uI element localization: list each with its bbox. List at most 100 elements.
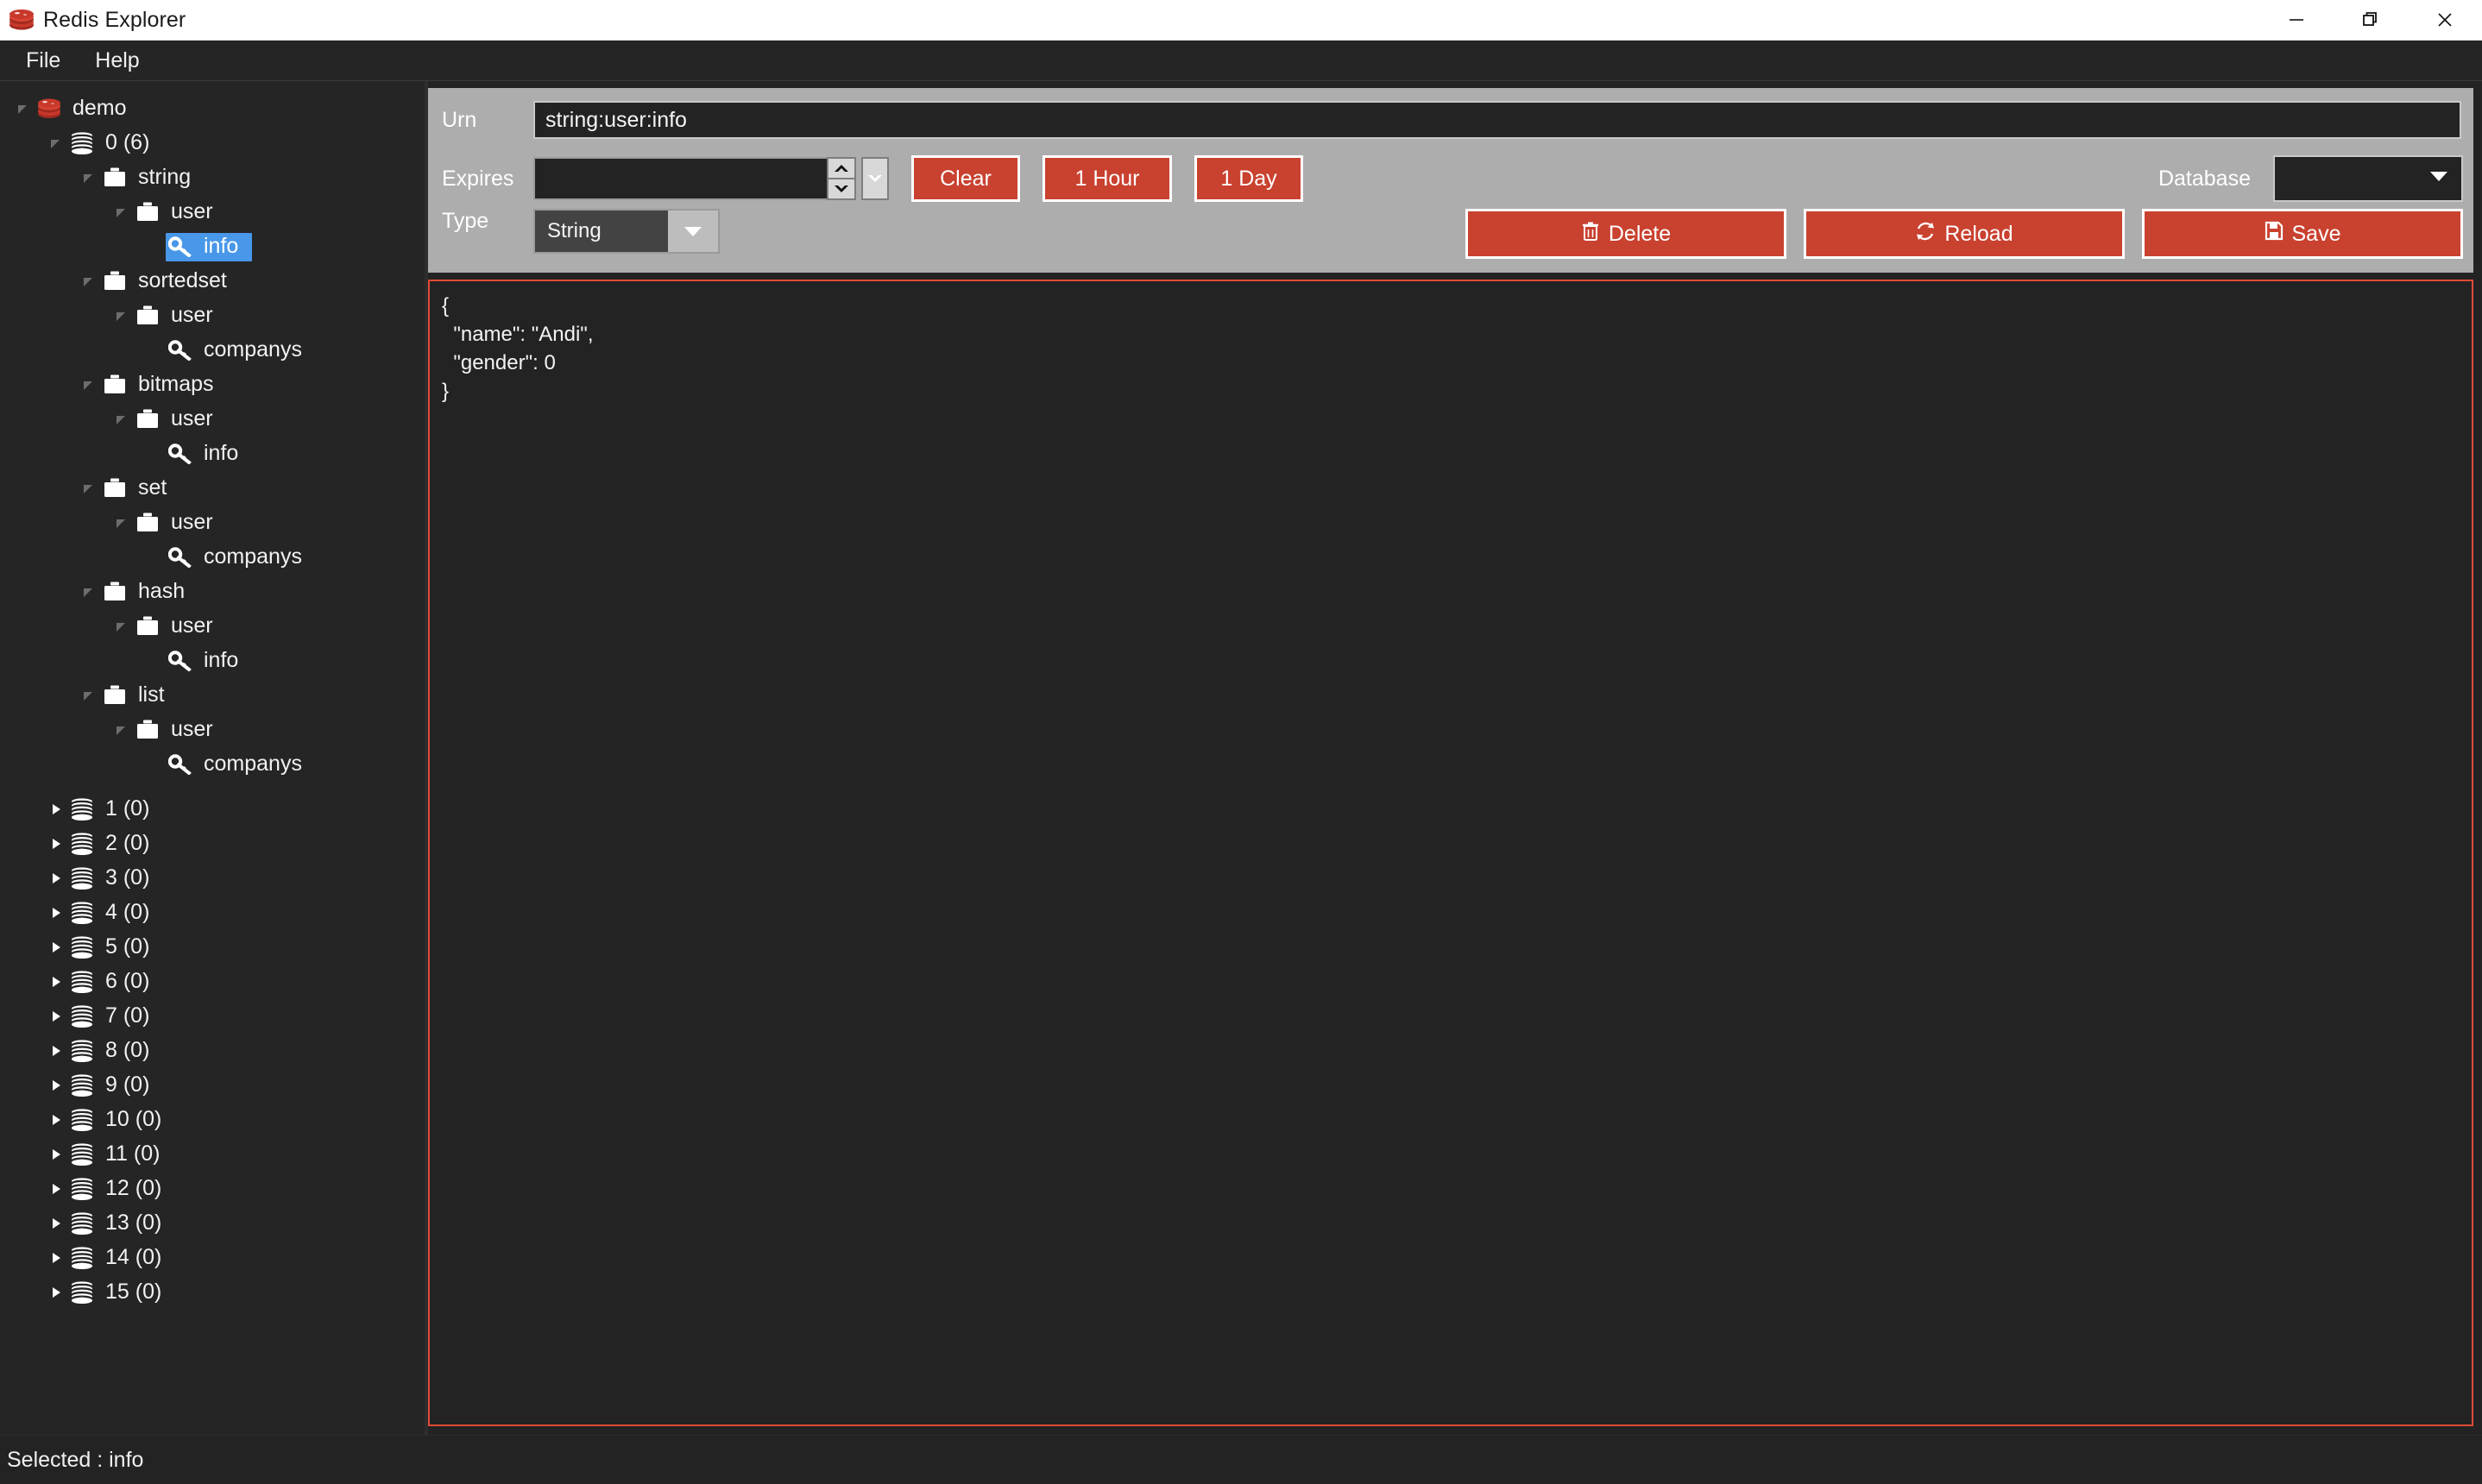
tree-node[interactable]: user	[0, 402, 425, 437]
tree-node[interactable]: list	[0, 678, 425, 713]
tree-expander-collapsed-icon[interactable]	[45, 971, 67, 993]
folder-icon	[100, 581, 129, 603]
tree-node[interactable]: 8 (0)	[0, 1034, 425, 1068]
type-select[interactable]: String	[533, 209, 720, 254]
menu-item-help[interactable]: Help	[81, 45, 153, 77]
tree-node[interactable]: companys	[0, 540, 425, 575]
tree-expander-expanded-icon[interactable]	[110, 615, 133, 638]
tree-node[interactable]: demo	[0, 91, 425, 126]
tree-expander-collapsed-icon[interactable]	[45, 1178, 67, 1200]
tree-expander-expanded-icon[interactable]	[110, 512, 133, 534]
tree-node[interactable]: companys	[0, 747, 425, 782]
tree-expander-collapsed-icon[interactable]	[45, 1109, 67, 1131]
tree-expander-expanded-icon[interactable]	[110, 305, 133, 327]
maximize-button[interactable]	[2334, 0, 2408, 40]
key-icon	[166, 754, 195, 775]
tree-node[interactable]: 6 (0)	[0, 965, 425, 999]
expires-dropdown-button[interactable]	[861, 157, 889, 200]
tree-node[interactable]: user	[0, 609, 425, 644]
tree-node[interactable]: 7 (0)	[0, 999, 425, 1034]
tree-node-content: hash	[100, 578, 190, 607]
tree-node[interactable]: 14 (0)	[0, 1241, 425, 1275]
tree-node[interactable]: 10 (0)	[0, 1103, 425, 1137]
value-editor[interactable]: { "name": "Andi", "gender": 0 }	[428, 280, 2473, 1426]
tree-expander-collapsed-icon[interactable]	[45, 1005, 67, 1028]
tree-node[interactable]: 1 (0)	[0, 792, 425, 827]
tree-node[interactable]: user	[0, 299, 425, 333]
one-day-button[interactable]: 1 Day	[1194, 155, 1303, 202]
tree-node[interactable]: 4 (0)	[0, 896, 425, 930]
clear-expires-button[interactable]: Clear	[911, 155, 1020, 202]
tree-node-content: user	[133, 198, 218, 227]
tree-node[interactable]: info	[0, 230, 425, 264]
tree-expander-expanded-icon[interactable]	[78, 684, 100, 707]
tree-node[interactable]: 13 (0)	[0, 1206, 425, 1241]
tree-node[interactable]: info	[0, 644, 425, 678]
main-body: demo 0 (6) string user info sortedset user comp…	[0, 81, 2482, 1435]
tree-expander-expanded-icon[interactable]	[110, 201, 133, 223]
tree-node[interactable]: hash	[0, 575, 425, 609]
close-button[interactable]	[2408, 0, 2482, 40]
tree-node[interactable]: user	[0, 713, 425, 747]
tree-expander-expanded-icon[interactable]	[78, 581, 100, 603]
one-hour-button[interactable]: 1 Hour	[1043, 155, 1172, 202]
urn-input[interactable]: string:user:info	[533, 101, 2461, 139]
tree-expander-collapsed-icon[interactable]	[45, 1143, 67, 1166]
chevron-down-icon[interactable]	[668, 211, 718, 252]
tree-expander-expanded-icon[interactable]	[78, 374, 100, 396]
tree-node-label: 3 (0)	[105, 865, 150, 890]
tree-node[interactable]: 0 (6)	[0, 126, 425, 160]
tree-node[interactable]: user	[0, 195, 425, 230]
tree-node[interactable]: set	[0, 471, 425, 506]
database-icon	[67, 797, 97, 821]
tree-node[interactable]: 12 (0)	[0, 1172, 425, 1206]
chevron-down-icon	[2430, 171, 2447, 186]
tree-node[interactable]: 5 (0)	[0, 930, 425, 965]
folder-icon	[133, 201, 162, 223]
tree-expander-expanded-icon[interactable]	[78, 167, 100, 189]
tree-expander-expanded-icon[interactable]	[78, 477, 100, 500]
redis-explorer-window: Redis Explorer File Help demo 0 (6) stri…	[0, 0, 2482, 1484]
tree-expander-collapsed-icon[interactable]	[45, 902, 67, 924]
tree-node[interactable]: 9 (0)	[0, 1068, 425, 1103]
tree-node[interactable]: info	[0, 437, 425, 471]
tree-expander-collapsed-icon[interactable]	[45, 1040, 67, 1062]
tree-expander-collapsed-icon[interactable]	[45, 1074, 67, 1097]
tree-expander-expanded-icon[interactable]	[110, 719, 133, 741]
folder-icon	[133, 512, 162, 534]
reload-button[interactable]: Reload	[1804, 209, 2125, 259]
tree-expander-collapsed-icon[interactable]	[45, 1212, 67, 1235]
tree-expander-collapsed-icon[interactable]	[45, 1281, 67, 1304]
tree-node[interactable]: bitmaps	[0, 368, 425, 402]
tree-node-content: bitmaps	[100, 371, 219, 399]
save-button[interactable]: Save	[2142, 209, 2463, 259]
tree-expander-placeholder	[143, 546, 166, 569]
minimize-button[interactable]	[2259, 0, 2334, 40]
tree-node[interactable]: string	[0, 160, 425, 195]
tree-node[interactable]: 15 (0)	[0, 1275, 425, 1310]
tree-expander-expanded-icon[interactable]	[12, 97, 35, 120]
database-select[interactable]	[2273, 155, 2463, 202]
tree-expander-expanded-icon[interactable]	[45, 132, 67, 154]
delete-button[interactable]: Delete	[1465, 209, 1786, 259]
one-hour-label: 1 Hour	[1074, 166, 1140, 191]
tree-expander-collapsed-icon[interactable]	[45, 867, 67, 890]
tree-expander-expanded-icon[interactable]	[78, 270, 100, 292]
tree-expander-expanded-icon[interactable]	[110, 408, 133, 431]
tree-expander-collapsed-icon[interactable]	[45, 833, 67, 855]
tree-node[interactable]: 2 (0)	[0, 827, 425, 861]
tree-node[interactable]: user	[0, 506, 425, 540]
folder-icon	[100, 167, 129, 189]
tree-expander-collapsed-icon[interactable]	[45, 936, 67, 959]
tree-expander-collapsed-icon[interactable]	[45, 1247, 67, 1269]
tree-node[interactable]: 11 (0)	[0, 1137, 425, 1172]
tree-expander-collapsed-icon[interactable]	[45, 798, 67, 821]
spinner-up-icon[interactable]	[828, 159, 854, 178]
window-controls	[2259, 0, 2482, 40]
tree-node[interactable]: companys	[0, 333, 425, 368]
expires-input[interactable]	[533, 157, 827, 200]
tree-node[interactable]: 3 (0)	[0, 861, 425, 896]
spinner-down-icon[interactable]	[828, 178, 854, 198]
menu-item-file[interactable]: File	[12, 45, 74, 77]
tree-node[interactable]: sortedset	[0, 264, 425, 299]
